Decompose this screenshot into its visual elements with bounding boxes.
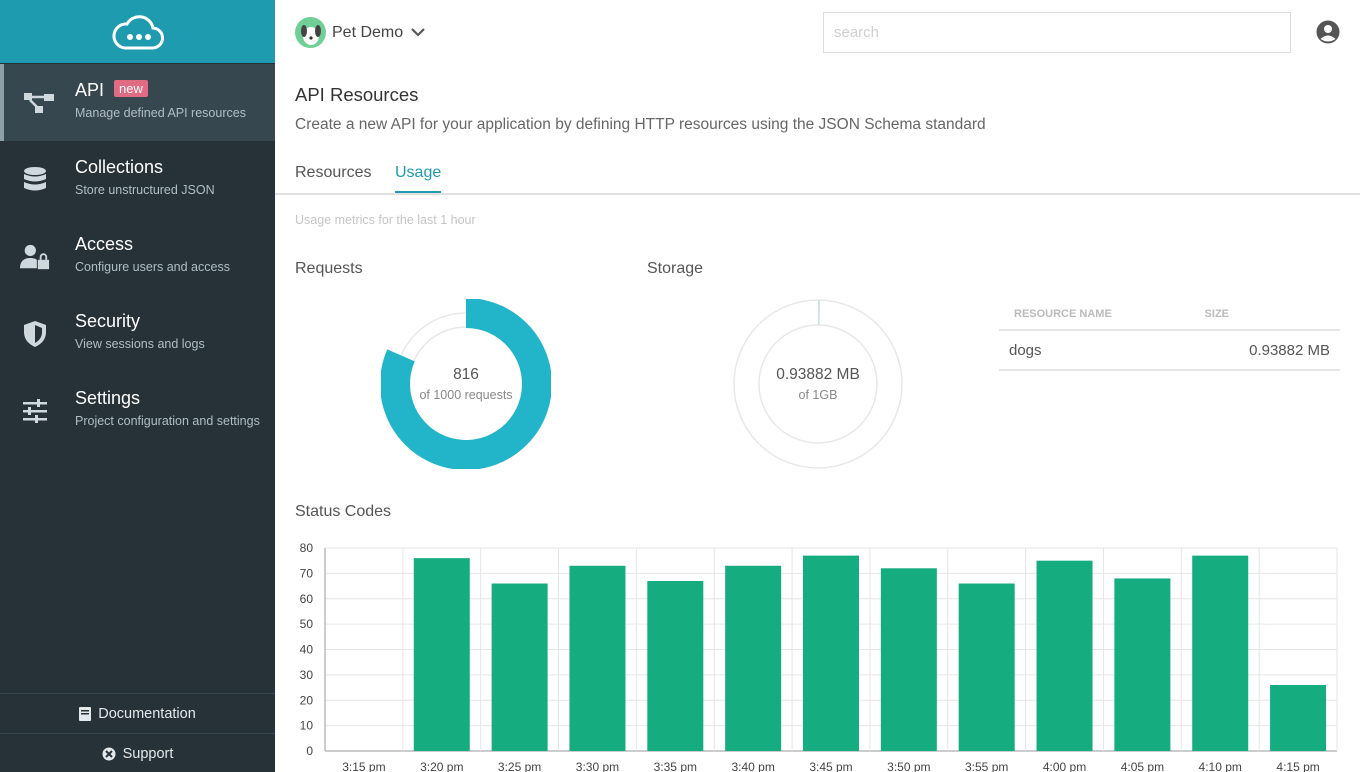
x-tick-label: 4:05 pm [1121, 760, 1164, 772]
sidebar-item-label: Settings [75, 388, 141, 408]
y-tick-label: 10 [300, 719, 314, 733]
user-account-icon[interactable] [1316, 20, 1340, 44]
bar-3-30-pm [569, 565, 626, 751]
search-input[interactable] [823, 12, 1291, 53]
status-codes-bar-chart: 0 10 20 30 40 50 60 70 80 3:15 pm 3:20 pm 3:25 pm 3:… [300, 541, 1338, 772]
bar-3-45-pm [803, 555, 859, 751]
x-tick-label: 3:30 pm [576, 760, 619, 772]
sidebar-item-label: Access [75, 234, 134, 254]
resource-size-table: RESOURCE NAME SIZE dogs 0.93882 MB [999, 298, 1340, 371]
sidebar-item-subtitle: Project configuration and settings [75, 414, 260, 428]
bar-4-15-pm [1270, 685, 1327, 751]
y-tick-label: 30 [300, 668, 314, 682]
database-icon [20, 165, 50, 195]
storage-label: 0.93882 MB of 1GB [733, 366, 903, 402]
project-name: Pet Demo [332, 23, 404, 41]
tab-usage[interactable]: Usage [395, 164, 442, 193]
user-lock-icon [20, 242, 50, 272]
metrics-note: Usage metrics for the last 1 hour [295, 213, 476, 227]
bar-3-25-pm [491, 583, 548, 751]
documentation-label: Documentation [98, 705, 196, 722]
sidebar-item-subtitle: View sessions and logs [75, 337, 205, 351]
bar-4-10-pm [1192, 555, 1249, 751]
requests-label: 816 of 1000 requests [381, 366, 551, 402]
x-tick-label: 3:45 pm [809, 760, 852, 772]
bar-4-05-pm [1114, 578, 1171, 751]
documentation-link[interactable]: Documentation [0, 693, 275, 733]
cloud-logo-icon [112, 14, 164, 49]
x-tick-label: 4:00 pm [1043, 760, 1086, 772]
status-codes-title: Status Codes [295, 503, 392, 520]
x-tick-label: 3:35 pm [654, 760, 697, 772]
sidebar-item-security[interactable]: Security View sessions and logs [0, 295, 275, 372]
storage-title: Storage [647, 260, 704, 277]
x-tick-label: 3:20 pm [420, 760, 463, 772]
sidebar-item-access[interactable]: Access Configure users and access [0, 218, 275, 295]
requests-title: Requests [295, 260, 363, 277]
support-icon [102, 747, 116, 761]
table-header-row: RESOURCE NAME SIZE [999, 298, 1340, 331]
storage-donut-arc [818, 300, 821, 326]
x-tick-label: 3:40 pm [731, 760, 774, 772]
x-tick-label: 4:15 pm [1276, 760, 1319, 772]
y-tick-label: 40 [300, 643, 314, 657]
sidebar-item-api[interactable]: API new Manage defined API resources [0, 64, 275, 141]
sliders-icon [20, 396, 50, 426]
x-tick-label: 3:50 pm [887, 760, 930, 772]
requests-sub: of 1000 requests [419, 388, 513, 402]
page-title: API Resources [295, 84, 419, 105]
y-tick-label: 0 [306, 744, 313, 758]
sidebar-item-collections[interactable]: Collections Store unstructured JSON [0, 141, 275, 218]
x-tick-label: 4:10 pm [1199, 760, 1242, 772]
sidebar-item-label: Collections [75, 157, 164, 177]
sidebar-item-subtitle: Configure users and access [75, 260, 230, 274]
new-badge: new [114, 80, 148, 97]
bar-4-00-pm [1036, 560, 1093, 751]
api-icon [24, 88, 54, 118]
bar-3-50-pm [880, 568, 937, 751]
y-tick-label: 60 [300, 592, 314, 606]
sidebar-item-label: Security [75, 311, 141, 331]
support-label: Support [122, 745, 174, 762]
resource-size-cell: 0.93882 MB [1189, 330, 1340, 371]
bar-3-35-pm [647, 580, 704, 751]
sidebar: API new Manage defined API resources Coll… [0, 0, 275, 772]
requests-value: 816 [453, 366, 479, 383]
y-tick-label: 20 [300, 693, 314, 707]
bar-3-55-pm [958, 583, 1015, 751]
bar-3-40-pm [725, 565, 782, 751]
resource-name-cell: dogs [999, 330, 1190, 371]
page-description: Create a new API for your application by… [295, 116, 986, 133]
sidebar-item-subtitle: Manage defined API resources [75, 106, 246, 120]
table-row[interactable]: dogs 0.93882 MB [999, 330, 1340, 371]
chevron-down-icon [411, 28, 425, 37]
column-header-resource-name: RESOURCE NAME [999, 298, 1190, 331]
project-selector[interactable]: Pet Demo [295, 17, 425, 48]
sidebar-item-subtitle: Store unstructured JSON [75, 183, 215, 197]
support-link[interactable]: Support [0, 733, 275, 772]
storage-sub: of 1GB [798, 388, 838, 402]
storage-value: 0.93882 MB [776, 366, 860, 383]
sidebar-item-settings[interactable]: Settings Project configuration and setti… [0, 372, 275, 449]
tab-bar: Resources Usage [275, 152, 1360, 195]
y-tick-label: 80 [300, 541, 314, 555]
logo-bar[interactable] [0, 0, 275, 63]
y-tick-label: 70 [300, 566, 314, 580]
book-icon [79, 706, 92, 721]
x-tick-label: 3:55 pm [965, 760, 1008, 772]
top-bar: Pet Demo [275, 0, 1360, 64]
sidebar-item-label: API [75, 80, 105, 100]
shield-icon [20, 319, 50, 349]
bar-3-20-pm [413, 558, 470, 751]
y-tick-label: 50 [300, 617, 314, 631]
column-header-size: SIZE [1189, 298, 1340, 331]
dog-avatar-icon [295, 17, 326, 48]
x-tick-label: 3:25 pm [498, 760, 541, 772]
tab-resources[interactable]: Resources [295, 164, 371, 191]
x-tick-label: 3:15 pm [342, 760, 385, 772]
